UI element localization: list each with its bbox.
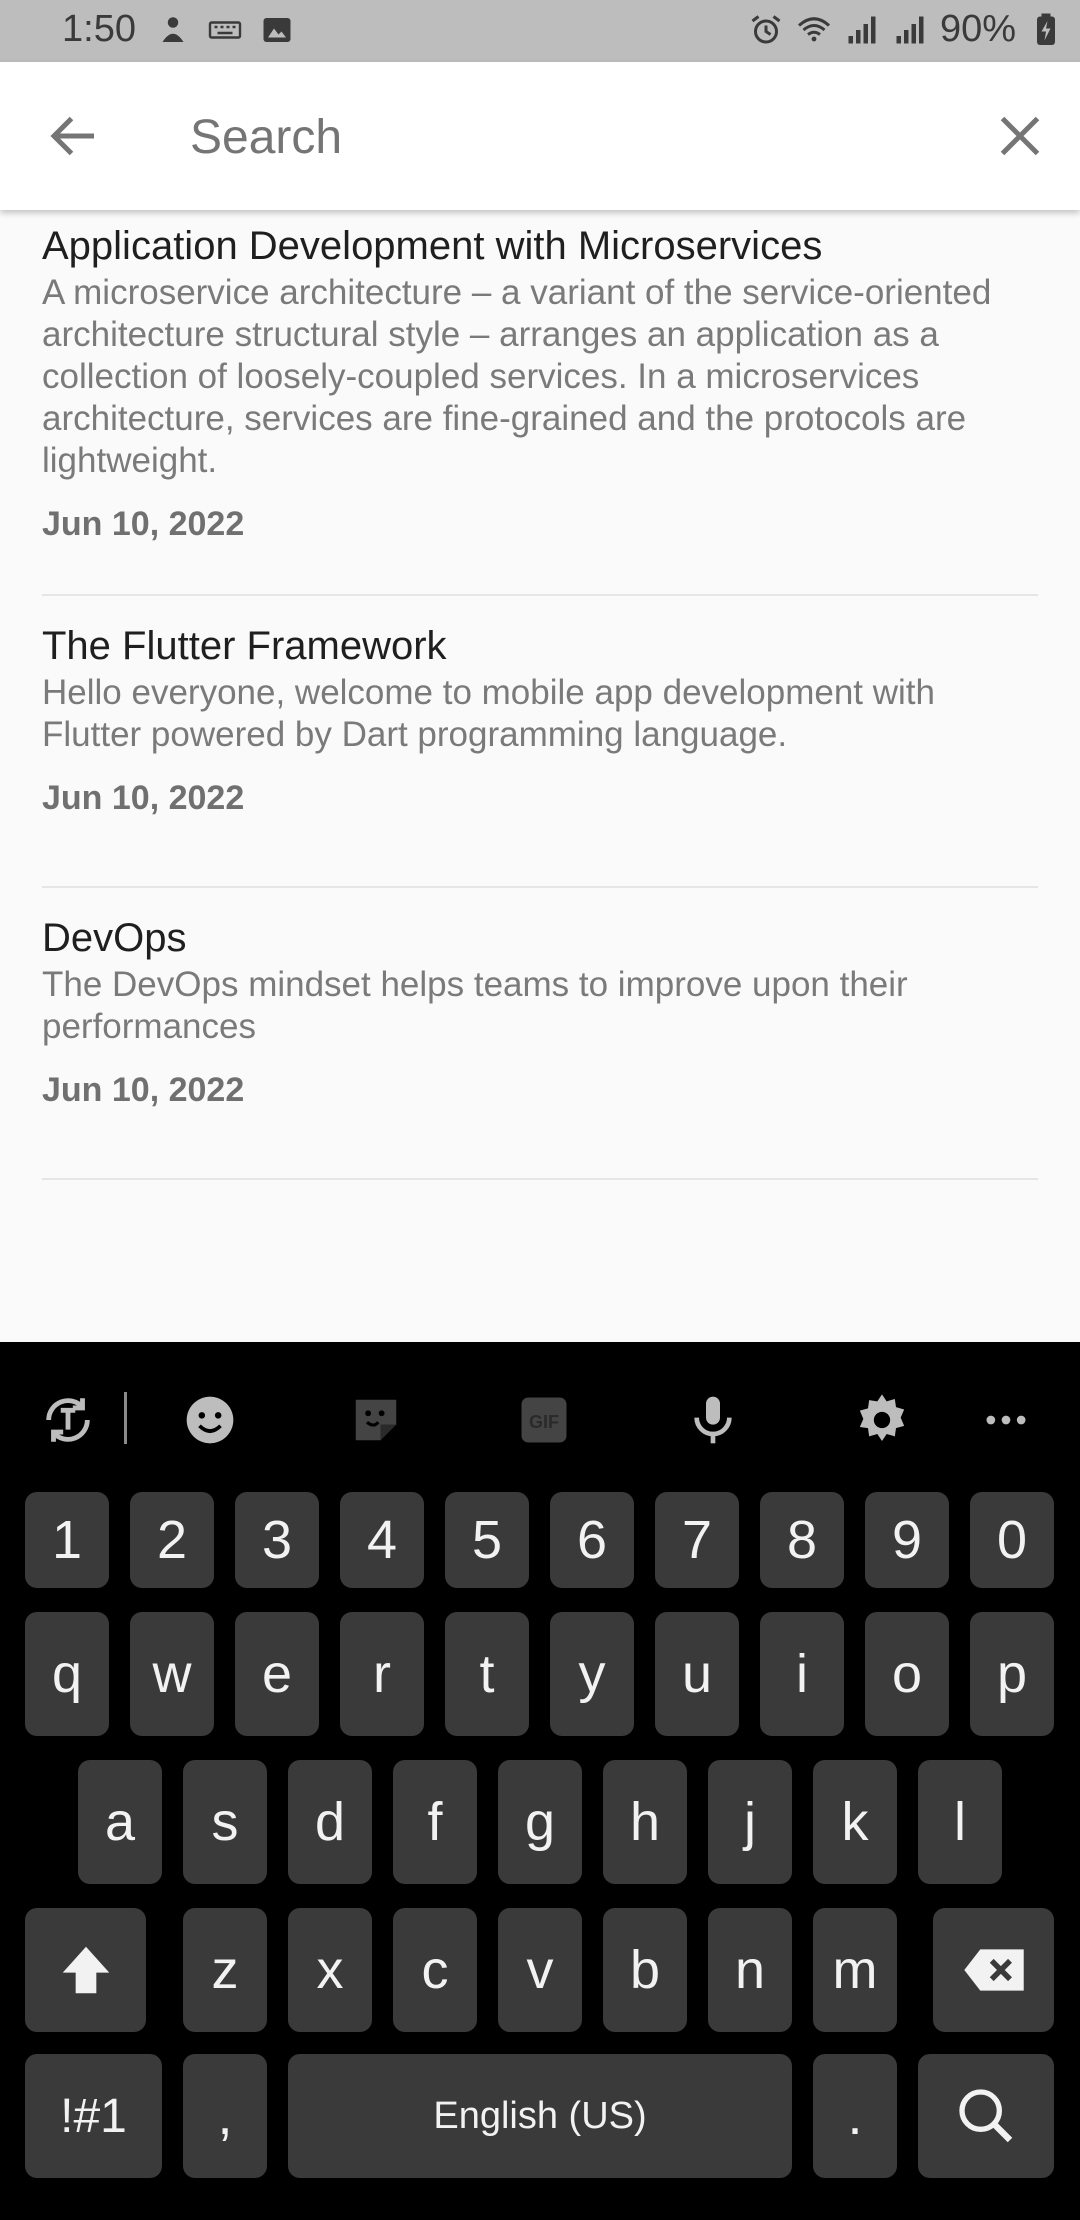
microphone-icon[interactable] bbox=[683, 1390, 743, 1450]
settings-icon[interactable] bbox=[852, 1390, 912, 1450]
key-w[interactable]: w bbox=[130, 1612, 214, 1736]
shift-key[interactable] bbox=[25, 1908, 146, 2032]
result-title: The Flutter Framework bbox=[42, 624, 447, 668]
notification-icon bbox=[155, 12, 191, 48]
period-key[interactable]: . bbox=[813, 2054, 897, 2178]
key-f[interactable]: f bbox=[393, 1760, 477, 1884]
alarm-icon bbox=[748, 12, 784, 48]
image-icon bbox=[259, 12, 295, 48]
result-title: Application Development with Microservic… bbox=[42, 224, 823, 268]
key-d[interactable]: d bbox=[288, 1760, 372, 1884]
result-date: Jun 10, 2022 bbox=[42, 505, 245, 543]
backspace-icon bbox=[963, 1949, 1024, 1991]
signal-icon bbox=[892, 12, 928, 48]
comma-key[interactable]: , bbox=[183, 2054, 267, 2178]
key-k[interactable]: k bbox=[813, 1760, 897, 1884]
emoji-icon[interactable] bbox=[180, 1390, 240, 1450]
key-c[interactable]: c bbox=[393, 1908, 477, 2032]
close-icon[interactable] bbox=[990, 106, 1050, 166]
key-1[interactable]: 1 bbox=[25, 1492, 109, 1588]
status-bar: 1:50 90% bbox=[0, 0, 1080, 62]
key-j[interactable]: j bbox=[708, 1760, 792, 1884]
signal-icon bbox=[844, 12, 880, 48]
result-description: A microservice architecture – a variant … bbox=[42, 273, 992, 480]
key-2[interactable]: 2 bbox=[130, 1492, 214, 1588]
key-7[interactable]: 7 bbox=[655, 1492, 739, 1588]
toolbar-divider bbox=[124, 1392, 127, 1444]
list-item[interactable]: The Flutter Framework Hello everyone, we… bbox=[42, 596, 1038, 888]
result-title: DevOps bbox=[42, 916, 187, 960]
key-t[interactable]: t bbox=[445, 1612, 529, 1736]
key-l[interactable]: l bbox=[918, 1760, 1002, 1884]
result-date: Jun 10, 2022 bbox=[42, 779, 245, 817]
gif-label: GIF bbox=[529, 1412, 559, 1432]
key-h[interactable]: h bbox=[603, 1760, 687, 1884]
key-v[interactable]: v bbox=[498, 1908, 582, 2032]
more-icon[interactable] bbox=[976, 1390, 1036, 1450]
key-8[interactable]: 8 bbox=[760, 1492, 844, 1588]
battery-charging-icon bbox=[1028, 12, 1064, 48]
search-input[interactable] bbox=[190, 102, 950, 172]
key-y[interactable]: y bbox=[550, 1612, 634, 1736]
key-u[interactable]: u bbox=[655, 1612, 739, 1736]
shift-arrow-icon bbox=[62, 1946, 109, 1994]
key-x[interactable]: x bbox=[288, 1908, 372, 2032]
key-b[interactable]: b bbox=[603, 1908, 687, 2032]
key-n[interactable]: n bbox=[708, 1908, 792, 2032]
keyboard-icon bbox=[207, 12, 243, 48]
key-r[interactable]: r bbox=[340, 1612, 424, 1736]
backspace-key[interactable] bbox=[933, 1908, 1054, 2032]
list-item[interactable]: DevOps The DevOps mindset helps teams to… bbox=[42, 888, 1038, 1180]
key-q[interactable]: q bbox=[25, 1612, 109, 1736]
gif-icon[interactable]: GIF bbox=[514, 1390, 574, 1450]
key-g[interactable]: g bbox=[498, 1760, 582, 1884]
key-p[interactable]: p bbox=[970, 1612, 1054, 1736]
key-3[interactable]: 3 bbox=[235, 1492, 319, 1588]
sticker-icon[interactable] bbox=[346, 1390, 406, 1450]
wifi-icon bbox=[796, 12, 832, 48]
symbols-key[interactable]: !#1 bbox=[25, 2054, 162, 2178]
key-a[interactable]: a bbox=[78, 1760, 162, 1884]
space-bar[interactable]: English (US) bbox=[288, 2054, 792, 2178]
key-o[interactable]: o bbox=[865, 1612, 949, 1736]
key-6[interactable]: 6 bbox=[550, 1492, 634, 1588]
key-4[interactable]: 4 bbox=[340, 1492, 424, 1588]
result-description: The DevOps mindset helps teams to improv… bbox=[42, 965, 908, 1046]
status-time: 1:50 bbox=[62, 8, 136, 50]
result-date: Jun 10, 2022 bbox=[42, 1071, 245, 1109]
search-icon bbox=[959, 2089, 1013, 2143]
key-5[interactable]: 5 bbox=[445, 1492, 529, 1588]
search-results-list: Application Development with Microservic… bbox=[42, 210, 1038, 1180]
key-s[interactable]: s bbox=[183, 1760, 267, 1884]
list-item[interactable]: Application Development with Microservic… bbox=[42, 210, 1038, 596]
key-i[interactable]: i bbox=[760, 1612, 844, 1736]
key-m[interactable]: m bbox=[813, 1908, 897, 2032]
key-0[interactable]: 0 bbox=[970, 1492, 1054, 1588]
search-app-bar bbox=[0, 62, 1080, 210]
arrow-back-icon[interactable] bbox=[44, 106, 104, 166]
key-9[interactable]: 9 bbox=[865, 1492, 949, 1588]
translate-icon[interactable] bbox=[38, 1390, 98, 1450]
key-z[interactable]: z bbox=[183, 1908, 267, 2032]
key-e[interactable]: e bbox=[235, 1612, 319, 1736]
soft-keyboard: GIF 1 2 3 4 5 6 7 8 9 0 q w e r t y u i … bbox=[0, 1342, 1080, 2220]
battery-percent: 90% bbox=[939, 8, 1016, 50]
search-key[interactable] bbox=[918, 2054, 1054, 2178]
keyboard-toolbar: GIF bbox=[0, 1342, 1080, 1492]
result-description: Hello everyone, welcome to mobile app de… bbox=[42, 673, 935, 754]
